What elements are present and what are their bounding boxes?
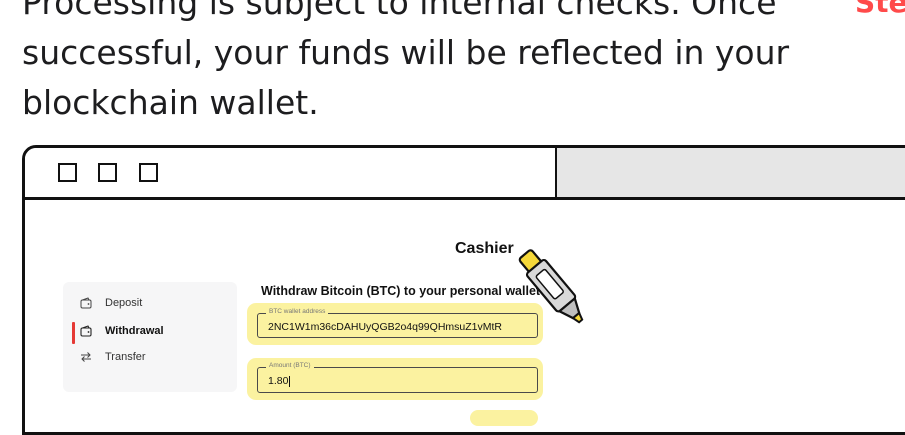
step-tag: Step (855, 0, 905, 19)
browser-window-illustration: Cashier Deposit Withdrawal Transfer With… (22, 145, 905, 435)
sidebar-item-deposit[interactable]: Deposit (63, 290, 237, 316)
wallet-icon (79, 324, 93, 338)
window-control-square (58, 163, 77, 182)
caption-line-3: blockchain wallet. (22, 83, 319, 122)
field-label: BTC wallet address (266, 308, 329, 315)
window-control-square (139, 163, 158, 182)
sidebar-item-label: Deposit (105, 297, 143, 309)
btc-address-field[interactable]: BTC wallet address 2NC1W1m36cDAHUyQGB2o4… (257, 308, 538, 338)
window-control-square (98, 163, 117, 182)
sidebar-item-transfer[interactable]: Transfer (63, 344, 237, 370)
transfer-arrows-icon (79, 350, 93, 364)
amount-value: 1.80 (268, 375, 291, 387)
active-indicator (72, 322, 75, 344)
highlighter-marker-icon (503, 238, 603, 342)
sidebar-item-label: Withdrawal (105, 325, 164, 337)
window-titlebar (25, 148, 905, 200)
caption-line-1: Processing is subject to internal checks… (22, 0, 777, 22)
tutorial-caption: Processing is subject to internal checks… (22, 0, 842, 128)
cashier-page: Cashier Deposit Withdrawal Transfer With… (25, 200, 905, 432)
address-bar-area (555, 148, 905, 197)
caption-line-2: successful, your funds will be reflected… (22, 33, 790, 72)
sidebar-item-withdrawal[interactable]: Withdrawal (63, 318, 237, 344)
btc-address-value: 2NC1W1m36cDAHUyQGB2o4q99QHmsuZ1vMtR (268, 321, 502, 333)
cashier-sidebar: Deposit Withdrawal Transfer (63, 282, 237, 392)
field-label: Amount (BTC) (266, 362, 314, 369)
amount-input[interactable]: Amount (BTC) 1.80 (257, 362, 538, 393)
highlight-partial (470, 410, 538, 426)
withdraw-form-heading: Withdraw Bitcoin (BTC) to your personal … (261, 284, 541, 298)
wallet-icon (79, 296, 93, 310)
sidebar-item-label: Transfer (105, 351, 146, 363)
text-caret (289, 375, 291, 387)
